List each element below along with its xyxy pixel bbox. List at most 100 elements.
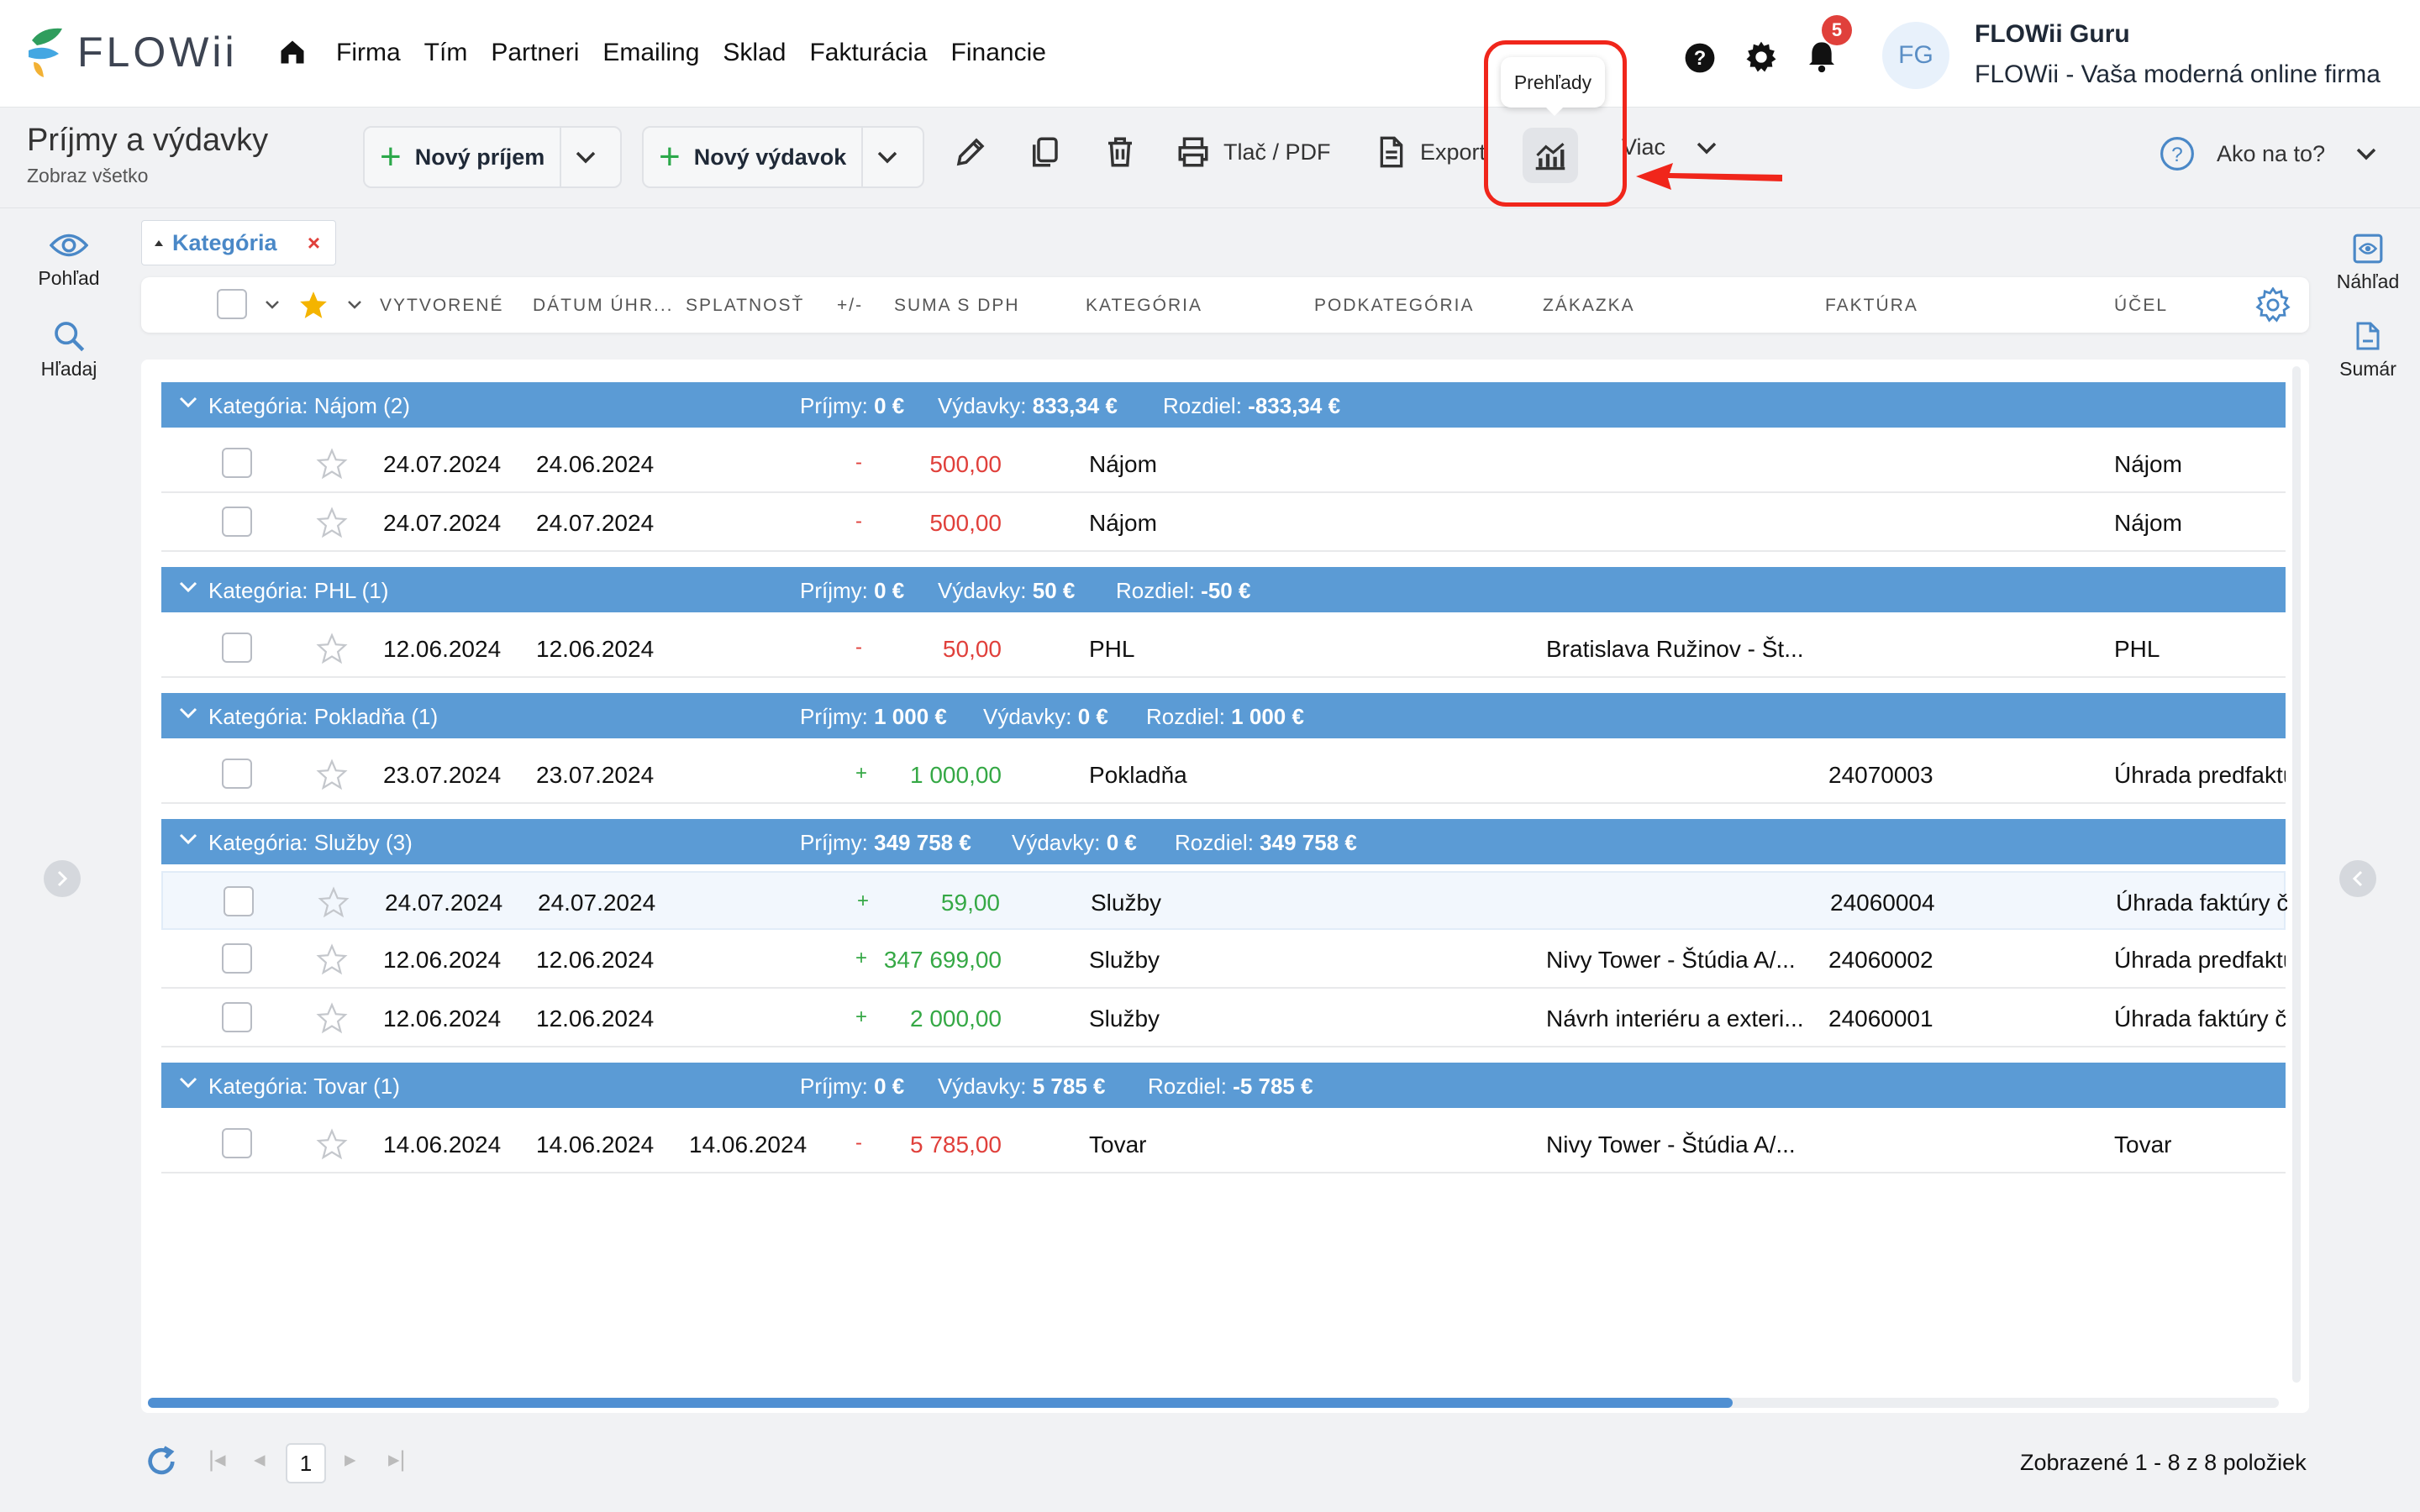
cell-invoice[interactable]: 24060004 — [1830, 890, 1935, 916]
cell-project[interactable]: Návrh interiéru a exteri... — [1546, 1005, 1804, 1032]
current-page[interactable]: 1 — [286, 1443, 326, 1483]
star-outline-icon[interactable] — [316, 633, 348, 664]
edit-button[interactable] — [953, 134, 988, 170]
first-page-icon[interactable]: |◂ — [208, 1446, 226, 1473]
copy-button[interactable] — [1027, 134, 1062, 170]
table-row[interactable]: 12.06.2024 12.06.2024 +347 699,00 Služby Niv… — [161, 930, 2286, 989]
row-checkbox[interactable] — [222, 1128, 252, 1158]
logo[interactable]: FLOWii — [25, 25, 238, 79]
star-outline-icon[interactable] — [316, 1128, 348, 1160]
chevron-down-icon[interactable] — [178, 1076, 198, 1089]
row-checkbox[interactable] — [222, 759, 252, 789]
next-panel-button[interactable] — [2339, 860, 2376, 897]
chevron-down-icon[interactable] — [178, 580, 198, 594]
group-header[interactable]: Kategória: Tovar (1) Príjmy: 0 € Výdavky: … — [161, 1063, 2286, 1108]
row-checkbox[interactable] — [224, 886, 254, 916]
col-purpose[interactable]: ÚČEL — [2114, 296, 2168, 316]
group-header[interactable]: Kategória: PHL (1) Príjmy: 0 € Výdavky: 50… — [161, 567, 2286, 612]
nav-partneri[interactable]: Partneri — [491, 39, 579, 67]
chevron-down-icon[interactable] — [346, 299, 363, 311]
table-row[interactable]: 12.06.2024 12.06.2024 - 50,00 PHL Bratislava … — [161, 619, 2286, 678]
how-to-button[interactable]: ? Ako na to? — [2160, 136, 2377, 171]
star-outline-icon[interactable] — [316, 448, 348, 480]
help-circle-icon[interactable]: ? — [1684, 42, 1716, 78]
summary-button[interactable]: Sumár — [2319, 319, 2417, 381]
table-row[interactable]: 24.07.2024 24.07.2024 - 500,00 Nájom Nájom — [161, 493, 2286, 552]
star-outline-icon[interactable] — [316, 943, 348, 975]
cell-project[interactable]: Bratislava Ružinov - Št... — [1546, 636, 1804, 663]
column-settings-gear-icon[interactable] — [2255, 287, 2291, 323]
nav-tim[interactable]: Tím — [424, 39, 468, 67]
remove-filter-icon[interactable]: × — [308, 230, 320, 256]
chevron-down-icon[interactable] — [178, 832, 198, 846]
home-icon[interactable] — [277, 37, 308, 71]
star-outline-icon[interactable] — [316, 1002, 348, 1034]
new-expense-dropdown[interactable] — [863, 128, 912, 186]
table-row[interactable]: 23.07.2024 23.07.2024 +1 000,00 Pokladňa 240… — [161, 745, 2286, 804]
table-row[interactable]: 12.06.2024 12.06.2024 +2 000,00 Služby Návrh… — [161, 989, 2286, 1047]
star-outline-icon[interactable] — [316, 507, 348, 538]
last-page-icon[interactable]: ▸| — [388, 1446, 406, 1473]
page-subtitle[interactable]: Zobraz všetko — [27, 165, 148, 187]
more-button[interactable]: Viac — [1622, 134, 1718, 160]
avatar[interactable]: FG — [1882, 22, 1949, 89]
col-created[interactable]: VYTVORENÉ — [380, 296, 504, 316]
export-button[interactable]: Export — [1375, 134, 1491, 170]
row-checkbox[interactable] — [222, 507, 252, 537]
next-page-icon[interactable]: ▸ — [345, 1446, 356, 1473]
new-income-dropdown[interactable] — [561, 128, 610, 186]
row-checkbox[interactable] — [222, 633, 252, 663]
group-header[interactable]: Kategória: Služby (3) Príjmy: 349 758 € Vý… — [161, 819, 2286, 864]
prev-panel-button[interactable] — [44, 860, 81, 897]
col-payment-date[interactable]: DÁTUM ÚHR... — [533, 296, 674, 316]
col-sign[interactable]: +/- — [837, 296, 863, 316]
vertical-scrollbar[interactable] — [2292, 366, 2301, 1383]
col-subcategory[interactable]: PODKATEGÓRIA — [1314, 296, 1474, 316]
table-row[interactable]: 14.06.2024 14.06.2024 14.06.2024 - 5 785,00 T… — [161, 1115, 2286, 1173]
delete-button[interactable] — [1102, 134, 1138, 170]
table-row[interactable]: 24.07.2024 24.07.2024 +59,00 Služby 24060004… — [161, 871, 2287, 930]
cell-invoice[interactable]: 24060002 — [1828, 947, 1933, 974]
chevron-down-icon[interactable] — [178, 706, 198, 720]
preview-button[interactable]: Náhľad — [2319, 232, 2417, 293]
horizontal-scrollbar[interactable] — [148, 1398, 2279, 1408]
horizontal-scrollbar-thumb[interactable] — [148, 1398, 1733, 1408]
group-label: Kategória: Služby (3) — [208, 830, 413, 855]
cell-amount: 50,00 — [942, 636, 1002, 662]
col-invoice[interactable]: FAKTÚRA — [1825, 296, 1918, 316]
row-checkbox[interactable] — [222, 448, 252, 478]
star-outline-icon[interactable] — [318, 886, 350, 918]
prev-page-icon[interactable]: ◂ — [254, 1446, 266, 1473]
nav-firma[interactable]: Firma — [336, 39, 401, 67]
star-outline-icon[interactable] — [316, 759, 348, 790]
nav-fakturacia[interactable]: Fakturácia — [809, 39, 927, 67]
chevron-down-icon[interactable] — [264, 299, 281, 311]
new-income-button[interactable]: + Nový príjem — [365, 128, 562, 186]
group-header[interactable]: Kategória: Pokladňa (1) Príjmy: 1 000 € Vý… — [161, 693, 2286, 738]
table-row[interactable]: 24.07.2024 24.06.2024 - 500,00 Nájom Nájom — [161, 434, 2286, 493]
col-category[interactable]: KATEGÓRIA — [1086, 296, 1202, 316]
new-expense-button[interactable]: + Nový výdavok — [644, 128, 864, 186]
gear-icon[interactable] — [1744, 40, 1778, 78]
nav-financie[interactable]: Financie — [951, 39, 1046, 67]
refresh-icon[interactable] — [145, 1445, 178, 1483]
col-due-date[interactable]: SPLATNOSŤ — [686, 296, 804, 316]
row-checkbox[interactable] — [222, 943, 252, 974]
cell-project[interactable]: Nivy Tower - Štúdia A/... — [1546, 947, 1796, 974]
cell-invoice[interactable]: 24070003 — [1828, 762, 1933, 789]
cell-invoice[interactable]: 24060001 — [1828, 1005, 1933, 1032]
nav-sklad[interactable]: Sklad — [723, 39, 786, 67]
group-header[interactable]: Kategória: Nájom (2) Príjmy: 0 € Výdavky: … — [161, 382, 2286, 428]
col-project[interactable]: ZÁKAZKA — [1543, 296, 1635, 316]
cell-project[interactable]: Nivy Tower - Štúdia A/... — [1546, 1131, 1796, 1158]
chevron-down-icon[interactable] — [178, 396, 198, 409]
filter-chip-category[interactable]: Kategória × — [141, 220, 336, 265]
view-button[interactable]: Pohľad — [17, 232, 121, 290]
col-amount[interactable]: SUMA S DPH — [894, 296, 1020, 316]
nav-emailing[interactable]: Emailing — [602, 39, 699, 67]
star-filled-icon[interactable] — [297, 289, 329, 321]
row-checkbox[interactable] — [222, 1002, 252, 1032]
print-pdf-button[interactable]: Tlač / PDF — [1175, 134, 1331, 170]
search-button[interactable]: Hľadaj — [17, 319, 121, 381]
select-all-checkbox[interactable] — [217, 289, 247, 319]
